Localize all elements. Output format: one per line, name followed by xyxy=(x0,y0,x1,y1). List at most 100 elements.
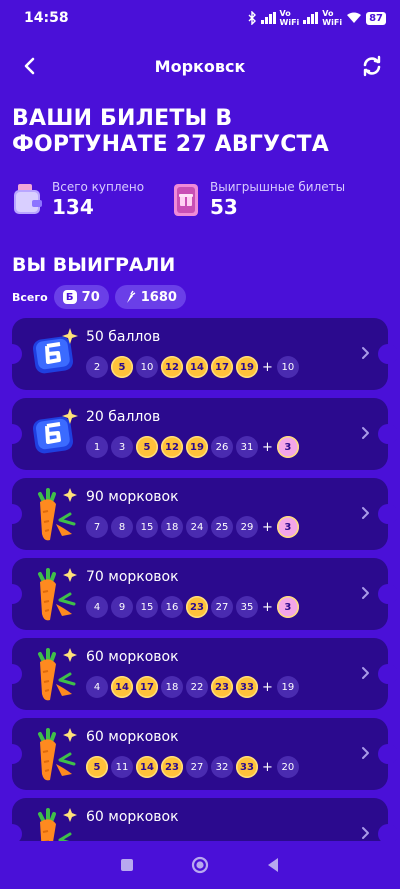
chevron-right-icon xyxy=(362,587,369,599)
carrot-icon xyxy=(26,484,82,544)
ticket-numbers: 4 14 17 18 22 23 33 +19 xyxy=(86,676,299,698)
status-icons: Vo WiFi Vo WiFi 87 xyxy=(247,9,386,27)
chevron-right-icon xyxy=(362,347,369,359)
number-ball: 14 xyxy=(136,756,158,778)
stats-row: Всего куплено 134 Выигрышные билеты 53 xyxy=(12,180,388,226)
back-nav-icon[interactable] xyxy=(264,856,282,874)
number-ball: 4 xyxy=(86,676,108,698)
number-ball: 26 xyxy=(211,436,233,458)
points-badge-icon xyxy=(26,404,82,464)
number-ball: 14 xyxy=(111,676,133,698)
number-ball: 16 xyxy=(161,596,183,618)
number-ball: 10 xyxy=(136,356,158,378)
ticket-numbers: 7 8 15 18 24 25 29 +3 xyxy=(86,516,299,538)
number-ball: 23 xyxy=(211,676,233,698)
number-ball: 23 xyxy=(186,596,208,618)
status-time: 14:58 xyxy=(24,10,69,26)
ticket-card[interactable]: 70 морковок 4 9 15 16 23 27 35 +3 xyxy=(2,558,398,630)
bonus-ball: 3 xyxy=(276,516,299,538)
number-ball: 33 xyxy=(236,756,258,778)
ticket-numbers: 2 5 10 12 14 17 19 +10 xyxy=(86,356,299,378)
gift-ticket-icon xyxy=(174,184,198,216)
ticket-prize: 70 морковок xyxy=(86,569,179,585)
plus-sign: + xyxy=(262,759,273,775)
ticket-prize: 60 морковок xyxy=(86,729,179,745)
bonus-ball: 20 xyxy=(276,756,299,778)
app-bar: Морковск xyxy=(0,44,400,88)
number-ball: 15 xyxy=(136,516,158,538)
carrot-icon xyxy=(26,564,82,624)
ticket-prize: 90 морковок xyxy=(86,489,179,505)
number-ball: 17 xyxy=(211,356,233,378)
chevron-right-icon xyxy=(362,427,369,439)
carrot-icon xyxy=(26,724,82,784)
home-icon[interactable] xyxy=(191,856,209,874)
number-ball: 33 xyxy=(236,676,258,698)
plus-sign: + xyxy=(262,359,273,375)
bonus-ball: 19 xyxy=(276,676,299,698)
ticket-card[interactable]: 50 баллов 2 5 10 12 14 17 19 +10 xyxy=(2,318,398,390)
bluetooth-icon xyxy=(248,11,256,25)
number-ball: 19 xyxy=(236,356,258,378)
number-ball: 12 xyxy=(161,356,183,378)
stat-bought: Всего куплено 134 xyxy=(12,180,144,220)
number-ball: 24 xyxy=(186,516,208,538)
number-ball: 32 xyxy=(211,756,233,778)
stat-winning-label: Выигрышные билеты xyxy=(210,180,346,194)
battery-indicator: 87 xyxy=(366,11,386,25)
number-ball: 27 xyxy=(211,596,233,618)
number-ball: 5 xyxy=(111,356,133,378)
ticket-numbers: 5 11 14 23 27 32 33 +20 xyxy=(86,756,299,778)
number-ball: 5 xyxy=(86,756,108,778)
volte-label-2: Vo WiFi xyxy=(322,9,343,27)
ticket-prize: 20 баллов xyxy=(86,409,161,425)
bonus-ball: 3 xyxy=(276,596,299,618)
number-ball: 31 xyxy=(236,436,258,458)
signal-icon xyxy=(260,12,276,24)
ticket-prize: 60 морковок xyxy=(86,809,179,825)
ticket-card[interactable]: 60 морковок 5 11 14 23 27 32 33 +20 xyxy=(2,718,398,790)
bonus-ball: 10 xyxy=(276,356,299,378)
bonus-ball: 3 xyxy=(276,436,299,458)
recents-icon[interactable] xyxy=(118,856,136,874)
number-ball: 25 xyxy=(211,516,233,538)
ticket-numbers: 1 3 5 12 19 26 31 +3 xyxy=(86,436,299,458)
ticket-card[interactable]: 60 морковок 4 14 17 18 22 23 33 +19 xyxy=(2,638,398,710)
number-ball: 1 xyxy=(86,436,108,458)
volte-label-1: Vo WiFi xyxy=(279,9,300,27)
ticket-card[interactable]: 90 морковок 7 8 15 18 24 25 29 +3 xyxy=(2,478,398,550)
points-icon: Б xyxy=(62,290,77,304)
number-ball: 27 xyxy=(186,756,208,778)
headline: ВАШИ БИЛЕТЫ В ФОРТУНАТЕ 27 АВГУСТА xyxy=(12,106,329,157)
won-title: ВЫ ВЫИГРАЛИ xyxy=(12,254,176,276)
plus-sign: + xyxy=(262,439,273,455)
plus-sign: + xyxy=(262,599,273,615)
number-ball: 8 xyxy=(111,516,133,538)
stat-winning: Выигрышные билеты 53 xyxy=(170,180,345,220)
chevron-right-icon xyxy=(362,667,369,679)
stat-bought-value: 134 xyxy=(52,195,94,219)
number-ball: 29 xyxy=(236,516,258,538)
won-totals: Всего Б 70 1680 xyxy=(12,285,186,309)
chevron-right-icon xyxy=(362,747,369,759)
number-ball: 11 xyxy=(111,756,133,778)
refresh-icon[interactable] xyxy=(358,52,386,80)
stat-bought-label: Всего куплено xyxy=(52,180,145,194)
won-total-label: Всего xyxy=(12,290,48,304)
points-total: 70 xyxy=(81,289,100,305)
arrow-left-icon[interactable] xyxy=(16,52,44,80)
stat-winning-value: 53 xyxy=(210,195,238,219)
ticket-card[interactable]: 20 баллов 1 3 5 12 19 26 31 +3 xyxy=(2,398,398,470)
wallet-icon xyxy=(14,184,42,214)
number-ball: 3 xyxy=(111,436,133,458)
signal-icon-2 xyxy=(303,12,319,24)
number-ball: 18 xyxy=(161,676,183,698)
number-ball: 9 xyxy=(111,596,133,618)
number-ball: 15 xyxy=(136,596,158,618)
ticket-prize: 50 баллов xyxy=(86,329,161,345)
number-ball: 23 xyxy=(161,756,183,778)
carrots-total: 1680 xyxy=(140,289,177,305)
page-title: Морковск xyxy=(154,56,246,76)
number-ball: 22 xyxy=(186,676,208,698)
number-ball: 18 xyxy=(161,516,183,538)
